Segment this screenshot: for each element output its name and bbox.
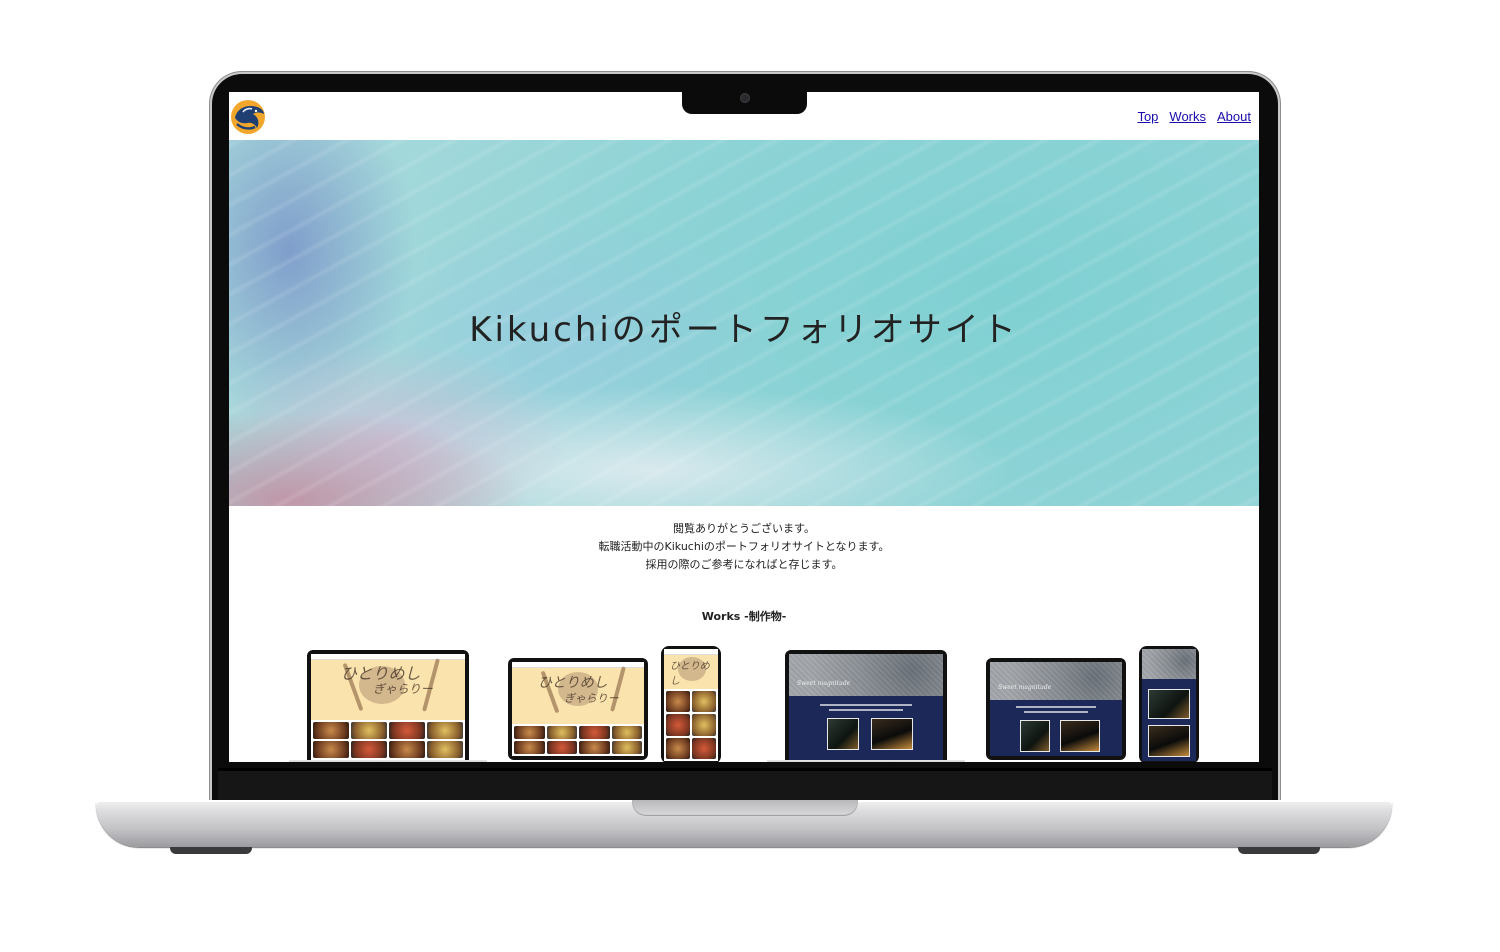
- work-cafe-laptop-mockup[interactable]: Sweet magnitude: [767, 648, 967, 762]
- food-site-screenshot: ひとりめし ぎゃらりー: [512, 662, 644, 756]
- work-cafe-tablet-mockup[interactable]: Sweet magnitude: [986, 658, 1126, 760]
- work-food-phone-mockup[interactable]: ひとりめし: [661, 646, 721, 762]
- work-food-laptop-mockup[interactable]: ひとりめし ぎゃらりー: [289, 648, 489, 762]
- dolphin-logo-icon[interactable]: [229, 98, 267, 136]
- main-nav: Top Works About: [1137, 109, 1251, 124]
- camera-icon: [740, 93, 750, 103]
- laptop-foot-left: [170, 847, 252, 854]
- laptop-opening-groove: [632, 800, 858, 816]
- food-site-screenshot: ひとりめし: [664, 649, 718, 761]
- hero-banner: Kikuchiのポートフォリオサイト: [229, 140, 1259, 506]
- intro-line: 転職活動中のKikuchiのポートフォリオサイトとなります。: [598, 540, 890, 553]
- intro-line: 採用の際のご参考になればと存じます。: [645, 558, 843, 571]
- works-heading: Works -制作物-: [701, 610, 787, 623]
- food-site-screenshot: ひとりめし ぎゃらりー: [311, 654, 465, 760]
- laptop-foot-right: [1238, 847, 1320, 854]
- camera-notch: [682, 92, 807, 114]
- nav-link-about[interactable]: About: [1217, 109, 1251, 124]
- intro-line: 閲覧ありがとうございます。: [673, 522, 815, 535]
- cafe-site-screenshot: Sweet magnitude: [990, 662, 1122, 756]
- cafe-site-screenshot: [1142, 649, 1196, 761]
- work-cafe-phone-mockup[interactable]: [1139, 646, 1199, 762]
- nav-link-top[interactable]: Top: [1137, 109, 1158, 124]
- cafe-site-screenshot: Sweet magnitude: [789, 654, 943, 760]
- hero-title: Kikuchiのポートフォリオサイト: [469, 310, 1019, 350]
- nav-link-works[interactable]: Works: [1169, 109, 1206, 124]
- laptop-screen: Top Works About Kikuchiのポートフォリオサイト 閲覧ありが…: [229, 92, 1259, 762]
- laptop-bottom-bezel: [218, 768, 1272, 803]
- work-food-tablet-mockup[interactable]: ひとりめし ぎゃらりー: [508, 658, 648, 760]
- intro-text: 閲覧ありがとうございます。 転職活動中のKikuchiのポートフォリオサイトとな…: [229, 520, 1259, 574]
